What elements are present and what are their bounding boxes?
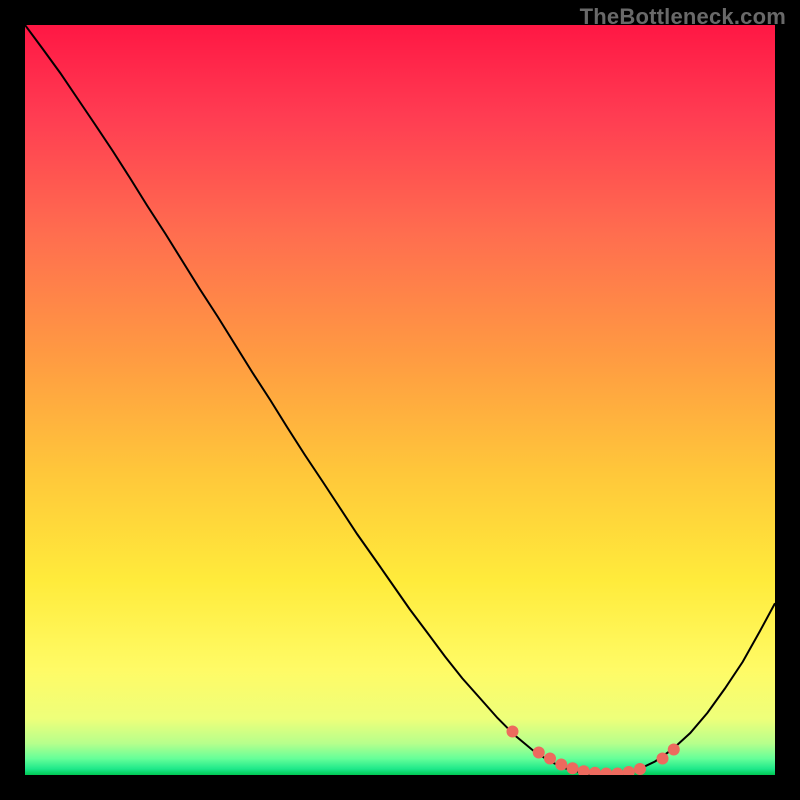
chart-root: TheBottleneck.com bbox=[0, 0, 800, 800]
marker-dot bbox=[533, 747, 545, 759]
curve-line bbox=[25, 25, 775, 775]
marker-dot bbox=[555, 759, 567, 771]
plot-area bbox=[25, 25, 775, 775]
marker-dot bbox=[623, 766, 635, 775]
marker-dot bbox=[657, 753, 669, 765]
marker-dot bbox=[600, 768, 612, 776]
marker-dot bbox=[567, 762, 579, 774]
marker-dot bbox=[589, 767, 601, 775]
marker-dot bbox=[578, 765, 590, 775]
marker-dot bbox=[668, 744, 680, 756]
marker-dot bbox=[612, 768, 624, 776]
marker-dot bbox=[634, 763, 646, 775]
marker-dot bbox=[507, 726, 519, 738]
marker-dot bbox=[544, 753, 556, 765]
chart-overlay bbox=[25, 25, 775, 775]
